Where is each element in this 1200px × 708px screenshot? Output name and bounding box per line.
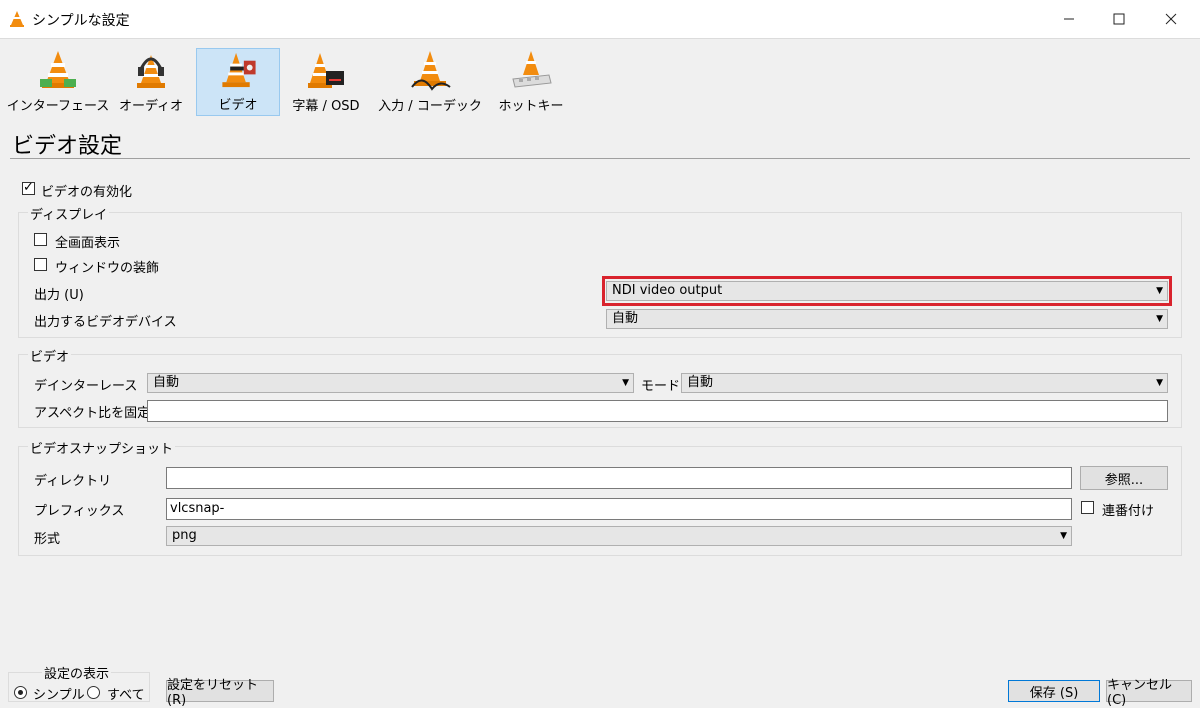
sequential-numbering-label: 連番付け (1102, 504, 1155, 519)
dropdown-arrow-icon: ▼ (1060, 531, 1067, 541)
browse-button[interactable]: 参照... (1080, 466, 1168, 490)
divider (10, 158, 1190, 159)
directory-label: ディレクトリ (34, 474, 112, 489)
tab-subtitles-osd[interactable]: 字幕 / OSD (286, 48, 366, 116)
mode-label: モード (641, 379, 681, 394)
dropdown-arrow-icon: ▼ (1156, 378, 1163, 388)
display-group-label: ディスプレイ (28, 204, 110, 223)
enable-video-checkbox[interactable] (22, 180, 35, 195)
tab-label: オーディオ (118, 99, 184, 114)
tab-label: インターフェース (6, 99, 110, 114)
close-button[interactable] (1146, 0, 1196, 38)
tab-audio[interactable]: オーディオ (114, 48, 188, 116)
tab-label: 入力 / コーデック (378, 99, 482, 114)
vlc-cone-icon (10, 11, 24, 27)
fullscreen-checkbox[interactable] (34, 233, 47, 246)
sequential-numbering-checkbox[interactable] (1081, 501, 1094, 514)
maximize-icon (1113, 13, 1125, 25)
deinterlace-label: デインターレース (34, 379, 138, 394)
window-decorations-label: ウィンドウの装飾 (55, 261, 160, 276)
dropdown-arrow-icon: ▼ (1156, 314, 1163, 324)
dropdown-arrow-icon: ▼ (1156, 286, 1163, 296)
maximize-button[interactable] (1094, 0, 1144, 38)
format-value: png (172, 528, 197, 543)
mode-value: 自動 (687, 375, 714, 390)
deinterlace-value: 自動 (153, 375, 180, 390)
video-cone-clapper-icon (222, 52, 256, 88)
output-select[interactable]: NDI video output ▼ (606, 281, 1168, 301)
tab-input-codecs[interactable]: 入力 / コーデック (378, 48, 482, 116)
minimize-button[interactable] (1044, 0, 1094, 38)
close-icon (1165, 13, 1177, 25)
all-radio-label: すべて (107, 688, 145, 703)
video-device-label: 出力するビデオデバイス (34, 315, 177, 330)
video-group-label: ビデオ (28, 346, 72, 365)
window-decorations-checkbox[interactable] (34, 258, 47, 271)
tab-video[interactable]: ビデオ (196, 48, 280, 116)
tab-interface[interactable]: インターフェース (7, 48, 109, 116)
output-select-value: NDI video output (612, 283, 723, 298)
title-bar: シンプルな設定 (0, 0, 1200, 39)
page-title: ビデオ設定 (12, 134, 123, 159)
mode-select[interactable]: 自動 ▼ (681, 373, 1168, 393)
tab-label: ビデオ (218, 98, 258, 113)
format-select[interactable]: png ▼ (166, 526, 1072, 546)
all-radio[interactable] (87, 686, 100, 699)
cancel-button[interactable]: キャンセル (C) (1106, 678, 1192, 708)
prefix-input[interactable]: vlcsnap- (166, 498, 1072, 520)
audio-cone-headphones-icon (137, 55, 165, 88)
window-title: シンプルな設定 (32, 13, 130, 29)
video-device-select[interactable]: 自動 ▼ (606, 309, 1168, 329)
input-cone-cables-icon (411, 51, 451, 91)
tab-label: ホットキー (498, 99, 564, 114)
dropdown-arrow-icon: ▼ (622, 378, 629, 388)
output-label: 出力 (U) (34, 288, 84, 303)
interface-cone-icon (40, 51, 76, 88)
enable-video-label: ビデオの有効化 (41, 185, 133, 200)
simple-radio-label: シンプル (33, 688, 85, 703)
format-label: 形式 (34, 532, 61, 547)
tab-label: 字幕 / OSD (292, 99, 360, 114)
minimize-icon (1064, 18, 1074, 20)
reset-settings-button[interactable]: 設定をリセット (R) (166, 678, 274, 708)
directory-input[interactable] (166, 467, 1072, 489)
subtitles-cone-screen-icon (308, 53, 344, 88)
show-settings-label: 設定の表示 (42, 663, 112, 682)
simple-radio[interactable] (14, 686, 27, 699)
save-button[interactable]: 保存 (S) (1008, 680, 1100, 702)
video-device-value: 自動 (612, 311, 639, 326)
aspect-ratio-label: アスペクト比を固定 (34, 406, 151, 421)
aspect-ratio-input[interactable] (147, 400, 1168, 422)
prefix-label: プレフィックス (34, 504, 125, 519)
snapshot-group-label: ビデオスナップショット (28, 438, 176, 457)
fullscreen-label: 全画面表示 (55, 236, 121, 251)
tab-hotkeys[interactable]: ホットキー (496, 48, 566, 116)
deinterlace-select[interactable]: 自動 ▼ (147, 373, 634, 393)
hotkeys-cone-keyboard-icon (512, 51, 552, 88)
